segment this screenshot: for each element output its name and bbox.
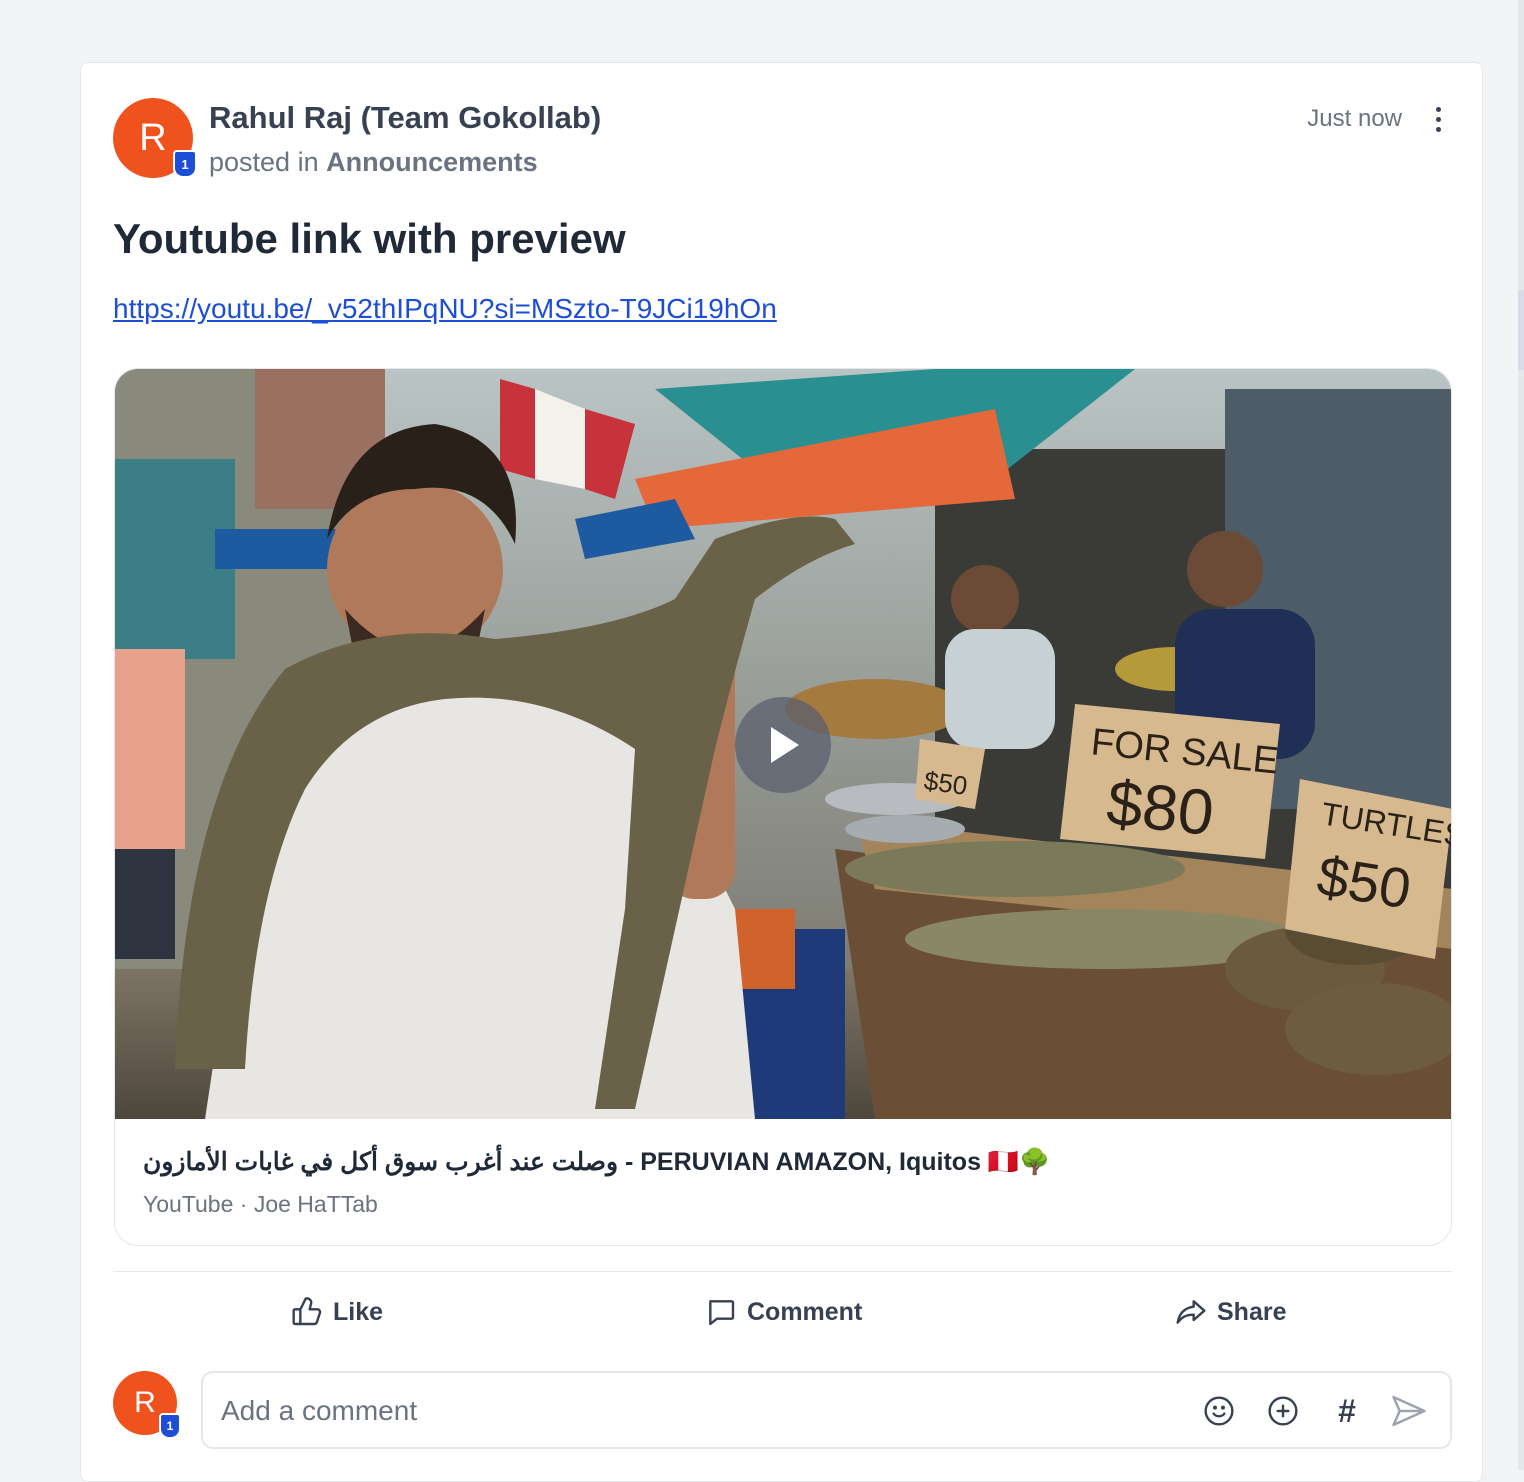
thumbs-up-icon [291, 1296, 323, 1328]
comment-input[interactable] [219, 1385, 1183, 1437]
share-label: Share [1217, 1297, 1287, 1326]
link-preview-card[interactable]: FOR SALE $80 TURTLES $50 $50 وصلت عند أغ… [114, 368, 1452, 1246]
author-avatar-initial: R [139, 116, 167, 159]
share-arrow-icon [1175, 1296, 1207, 1328]
posted-in-prefix: posted in [209, 147, 319, 177]
post-timestamp: Just now [1307, 105, 1402, 132]
actions-divider [113, 1271, 1452, 1272]
comment-button[interactable]: Comment [705, 1289, 862, 1335]
more-options-icon[interactable] [1426, 101, 1450, 137]
like-button[interactable]: Like [291, 1289, 383, 1335]
share-button[interactable]: Share [1175, 1289, 1286, 1335]
preview-source: YouTube · Joe HaTTab [143, 1191, 378, 1217]
page-scrollbar-edge [1518, 0, 1524, 1470]
post-card: R 1 Rahul Raj (Team Gokollab) posted in … [80, 62, 1483, 1482]
author-level-badge: 1 [173, 150, 197, 178]
like-label: Like [333, 1297, 384, 1326]
sign-price-80: $80 [1104, 766, 1218, 849]
author-avatar[interactable]: R 1 [113, 98, 197, 178]
post-title: Youtube link with preview [113, 215, 626, 262]
post-link[interactable]: https://youtu.be/_v52thIPqNU?si=MSzto-T9… [113, 293, 777, 325]
current-user-avatar[interactable]: R 1 [113, 1371, 181, 1439]
comment-composer: # [201, 1371, 1452, 1449]
play-icon[interactable] [735, 697, 831, 793]
posted-in-line: posted in Announcements [209, 147, 538, 178]
preview-video-title[interactable]: وصلت عند أغرب سوق أكل في غابات الأمازون … [143, 1147, 1050, 1177]
smiley-icon[interactable] [1201, 1393, 1237, 1429]
plus-circle-icon[interactable] [1265, 1393, 1301, 1429]
speech-bubble-icon [705, 1296, 737, 1328]
author-name[interactable]: Rahul Raj (Team Gokollab) [209, 100, 601, 136]
current-user-avatar-initial: R [134, 1386, 156, 1419]
hashtag-button[interactable]: # [1329, 1393, 1365, 1429]
channel-link[interactable]: Announcements [326, 147, 538, 177]
current-user-level-badge: 1 [159, 1413, 181, 1439]
sign-small-price: $50 [922, 765, 969, 801]
comment-label: Comment [747, 1297, 863, 1326]
video-thumbnail[interactable]: FOR SALE $80 TURTLES $50 $50 [115, 369, 1451, 1119]
send-icon[interactable] [1387, 1393, 1431, 1429]
